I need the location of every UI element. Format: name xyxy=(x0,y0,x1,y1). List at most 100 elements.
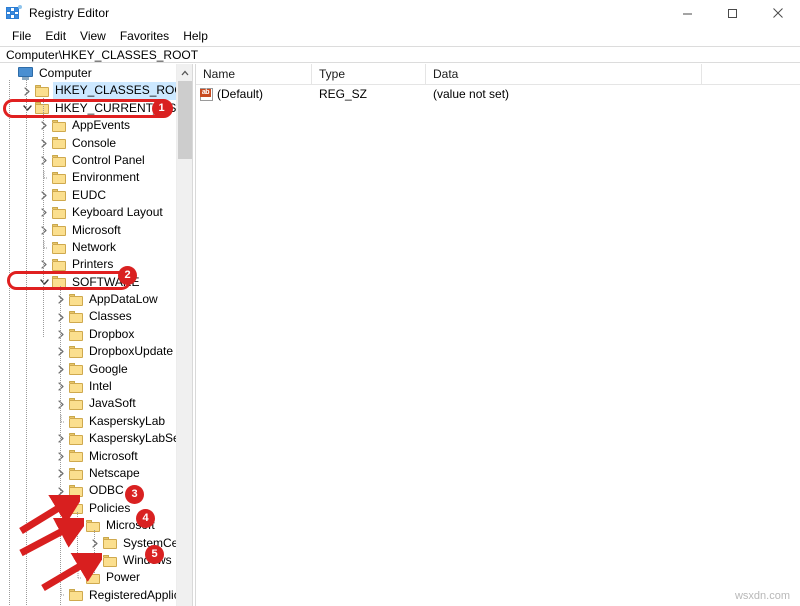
tree-item-power[interactable]: Power xyxy=(0,569,192,586)
tree-expander[interactable] xyxy=(19,83,35,100)
tree-item-environment[interactable]: Environment xyxy=(0,169,192,186)
tree-expander[interactable] xyxy=(36,222,52,239)
tree-item-policies[interactable]: Policies xyxy=(0,500,192,517)
tree-item-microsoft[interactable]: Microsoft xyxy=(0,517,192,534)
tree-item-eudc[interactable]: EUDC xyxy=(0,187,192,204)
folder-icon xyxy=(69,363,83,375)
tree-item-netscape[interactable]: Netscape xyxy=(0,465,192,482)
tree-item-computer[interactable]: Computer xyxy=(0,65,192,82)
tree-expander[interactable] xyxy=(53,396,69,413)
tree-item-microsoft[interactable]: Microsoft xyxy=(0,448,192,465)
tree-expander[interactable] xyxy=(36,117,52,134)
window-title: Registry Editor xyxy=(29,6,109,20)
tree-item-appevents[interactable]: AppEvents xyxy=(0,117,192,134)
tree-item-dropbox[interactable]: Dropbox xyxy=(0,326,192,343)
tree-expander-placeholder xyxy=(36,170,52,187)
tree-expander[interactable] xyxy=(53,291,69,308)
tree-item-windows[interactable]: Windows xyxy=(0,552,192,569)
folder-icon xyxy=(86,520,100,532)
tree-expander[interactable] xyxy=(36,135,52,152)
tree-expander[interactable] xyxy=(53,500,69,517)
tree-expander[interactable] xyxy=(53,309,69,326)
tree-item-network[interactable]: Network xyxy=(0,239,192,256)
tree-expander[interactable] xyxy=(36,204,52,221)
tree-expander-placeholder xyxy=(36,239,52,256)
tree-expander[interactable] xyxy=(36,256,52,273)
tree-expander[interactable] xyxy=(53,361,69,378)
value-name-cell: ab (Default) xyxy=(196,85,312,104)
tree-item-keyboard-layout[interactable]: Keyboard Layout xyxy=(0,204,192,221)
chevron-right-icon xyxy=(57,295,65,304)
tree-item-microsoft[interactable]: Microsoft xyxy=(0,222,192,239)
chevron-right-icon xyxy=(91,556,99,565)
tree-expander[interactable] xyxy=(36,274,52,291)
tree-item-classes[interactable]: Classes xyxy=(0,308,192,325)
column-header-type[interactable]: Type xyxy=(312,64,426,84)
tree-expander[interactable] xyxy=(53,343,69,360)
menu-item-help[interactable]: Help xyxy=(176,28,215,45)
tree-expander[interactable] xyxy=(53,448,69,465)
tree-item-label: Microsoft xyxy=(87,448,140,465)
registry-tree-pane[interactable]: ComputerHKEY_CLASSES_ROOTHKEY_CURRENT_US… xyxy=(0,64,192,606)
tree-item-systemcertificates[interactable]: SystemCertificates xyxy=(0,535,192,552)
menu-item-edit[interactable]: Edit xyxy=(38,28,73,45)
tree-item-software[interactable]: SOFTWARE xyxy=(0,274,192,291)
tree-item-label: EUDC xyxy=(70,187,108,204)
column-header-name[interactable]: Name xyxy=(196,64,312,84)
folder-icon xyxy=(69,329,83,341)
tree-item-console[interactable]: Console xyxy=(0,135,192,152)
tree-item-appdatalow[interactable]: AppDataLow xyxy=(0,291,192,308)
address-bar[interactable]: Computer\HKEY_CLASSES_ROOT xyxy=(0,46,800,63)
tree-guide-icon xyxy=(39,171,49,185)
tree-item-odbc[interactable]: ODBC xyxy=(0,482,192,499)
close-button[interactable] xyxy=(755,0,800,26)
tree-item-intel[interactable]: Intel xyxy=(0,378,192,395)
tree-vertical-scrollbar[interactable] xyxy=(176,64,192,606)
tree-expander-placeholder xyxy=(70,570,86,587)
chevron-right-icon xyxy=(57,400,65,409)
scrollbar-thumb[interactable] xyxy=(178,81,192,159)
tree-expander[interactable] xyxy=(87,535,103,552)
folder-icon xyxy=(52,172,66,184)
tree-expander[interactable] xyxy=(87,552,103,569)
scroll-up-button[interactable] xyxy=(177,64,192,81)
maximize-icon xyxy=(727,8,738,19)
maximize-button[interactable] xyxy=(710,0,755,26)
tree-item-google[interactable]: Google xyxy=(0,361,192,378)
tree-guide-line xyxy=(26,80,27,606)
minimize-button[interactable] xyxy=(665,0,710,26)
tree-expander[interactable] xyxy=(36,152,52,169)
tree-item-registeredapplications[interactable]: RegisteredApplications xyxy=(0,587,192,604)
tree-item-hkey-current-user[interactable]: HKEY_CURRENT_USER xyxy=(0,100,192,117)
values-list-pane[interactable]: Name Type Data ab (Default) REG_SZ (valu… xyxy=(196,64,800,606)
tree-item-control-panel[interactable]: Control Panel xyxy=(0,152,192,169)
tree-item-dropboxupdate[interactable]: DropboxUpdate xyxy=(0,343,192,360)
menu-item-view[interactable]: View xyxy=(73,28,113,45)
tree-item-kasperskylab[interactable]: KasperskyLab xyxy=(0,413,192,430)
tree-item-javasoft[interactable]: JavaSoft xyxy=(0,395,192,412)
chevron-right-icon xyxy=(40,191,48,200)
table-row[interactable]: ab (Default) REG_SZ (value not set) xyxy=(196,85,800,104)
tree-item-label: Console xyxy=(70,135,118,152)
menu-item-favorites[interactable]: Favorites xyxy=(113,28,176,45)
tree-item-hkey-classes-root[interactable]: HKEY_CLASSES_ROOT xyxy=(0,82,192,99)
tree-guide-line xyxy=(77,512,78,572)
tree-expander[interactable] xyxy=(53,326,69,343)
chevron-right-icon xyxy=(57,382,65,391)
tree-expander[interactable] xyxy=(36,187,52,204)
computer-icon xyxy=(18,67,33,80)
menu-item-file[interactable]: File xyxy=(5,28,38,45)
tree-expander[interactable] xyxy=(19,100,35,117)
column-header-data[interactable]: Data xyxy=(426,64,702,84)
tree-item-label: SOFTWARE xyxy=(70,274,142,291)
tree-item-kasperskylabsetup[interactable]: KasperskyLabSetup xyxy=(0,430,192,447)
folder-icon xyxy=(52,189,66,201)
tree-item-printers[interactable]: Printers xyxy=(0,256,192,273)
chevron-right-icon xyxy=(57,365,65,374)
tree-expander[interactable] xyxy=(53,430,69,447)
tree-expander[interactable] xyxy=(53,378,69,395)
menu-bar: File Edit View Favorites Help xyxy=(0,26,800,46)
tree-expander[interactable] xyxy=(70,517,86,534)
tree-expander[interactable] xyxy=(53,465,69,482)
tree-expander[interactable] xyxy=(53,483,69,500)
